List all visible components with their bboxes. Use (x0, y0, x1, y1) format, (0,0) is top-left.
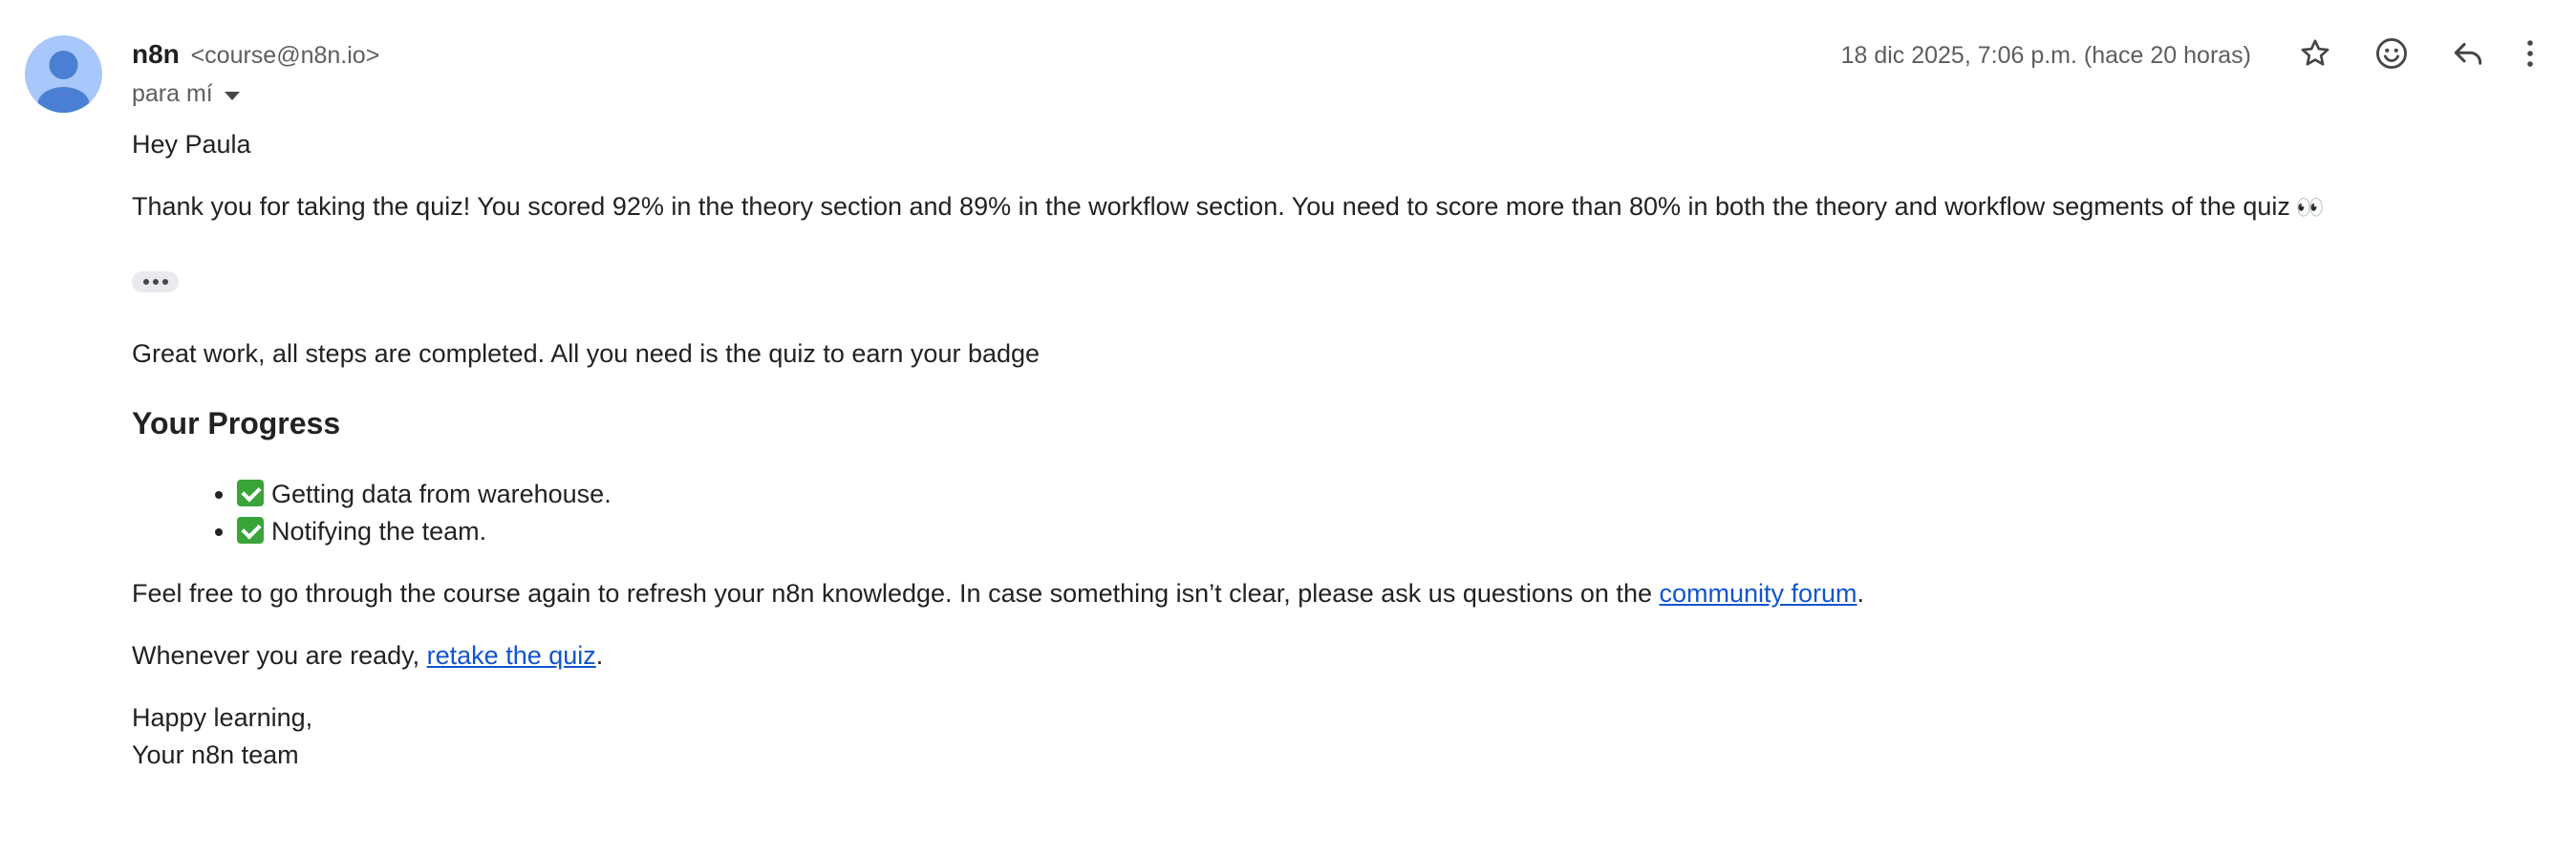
signoff-line-2: Your n8n team (132, 740, 299, 769)
progress-heading: Your Progress (132, 406, 341, 440)
retake-end: . (595, 641, 604, 670)
sender-line: n8n <course@n8n.io> (132, 36, 379, 74)
dot-icon (152, 279, 159, 285)
eyes-emoji-icon: 👀 (2295, 194, 2325, 221)
signoff: Happy learning, Your n8n team (132, 699, 312, 774)
refresh-text: Feel free to go through the course again… (132, 579, 1660, 608)
chevron-down-icon (224, 91, 240, 100)
recipient-details-toggle[interactable]: para mí (132, 76, 240, 111)
retake-text: Whenever you are ready, (132, 641, 427, 670)
more-options-button[interactable] (2507, 29, 2553, 78)
reply-button[interactable] (2443, 29, 2493, 78)
progress-item: Notifying the team. (237, 513, 612, 550)
signoff-line-1: Happy learning, (132, 703, 313, 732)
star-icon (2301, 39, 2329, 66)
refresh-end: . (1857, 579, 1865, 608)
community-forum-link[interactable]: community forum (1659, 579, 1857, 608)
email-datetime: 18 dic 2025, 7:06 p.m. (hace 20 horas) (1840, 42, 2251, 69)
add-reaction-button[interactable] (2367, 29, 2416, 78)
email-view: n8n <course@n8n.io> para mí 18 dic 2025,… (0, 0, 2576, 858)
progress-item-label: Notifying the team. (271, 517, 487, 546)
reply-icon (2454, 42, 2482, 65)
refresh-paragraph: Feel free to go through the course again… (132, 575, 1864, 612)
status-paragraph: Great work, all steps are completed. All… (132, 339, 1041, 368)
more-vert-icon (2527, 40, 2533, 67)
progress-item-label: Getting data from warehouse. (271, 480, 612, 508)
quiz-result-text: Thank you for taking the quiz! You score… (132, 192, 2290, 221)
retake-quiz-link[interactable]: retake the quiz (427, 641, 596, 670)
dot-icon (161, 279, 168, 285)
retake-paragraph: Whenever you are ready, retake the quiz. (132, 637, 603, 675)
emoji-reaction-icon (2376, 38, 2407, 69)
progress-list: Getting data from warehouse. Notifying t… (132, 476, 612, 550)
dot-icon (142, 279, 149, 285)
check-mark-icon (237, 517, 264, 544)
show-trimmed-content-button[interactable] (132, 271, 179, 292)
recipient-label: para mí (132, 80, 213, 107)
quiz-result-paragraph: Thank you for taking the quiz! You score… (132, 188, 2325, 226)
person-icon (37, 51, 90, 113)
sender-email: <course@n8n.io> (190, 42, 380, 69)
sender-name[interactable]: n8n (132, 39, 180, 69)
greeting: Hey Paula (132, 130, 251, 159)
sender-avatar[interactable] (25, 35, 102, 113)
progress-item: Getting data from warehouse. (237, 476, 612, 513)
star-button[interactable] (2290, 29, 2340, 78)
check-mark-icon (237, 480, 264, 506)
